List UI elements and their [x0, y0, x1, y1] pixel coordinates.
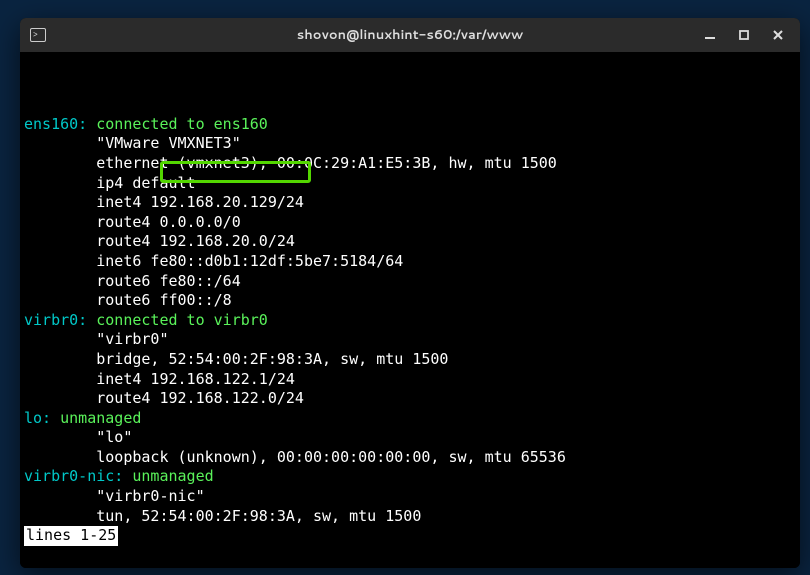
- terminal-line: lo: unmanaged: [24, 409, 794, 429]
- titlebar[interactable]: shovon@linuxhint-s60:/var/www: [20, 18, 800, 52]
- terminal-line: inet4 192.168.20.129/24: [24, 193, 794, 213]
- terminal-line: inet6 fe80::d0b1:12df:5be7:5184/64: [24, 252, 794, 272]
- terminal-line: bridge, 52:54:00:2F:98:3A, sw, mtu 1500: [24, 350, 794, 370]
- close-button[interactable]: [770, 27, 786, 43]
- window-controls: [702, 27, 790, 43]
- terminal-line: route4 0.0.0.0/0: [24, 213, 794, 233]
- terminal-line: "lo": [24, 428, 794, 448]
- maximize-button[interactable]: [736, 27, 752, 43]
- terminal-icon: [30, 28, 46, 42]
- minimize-button[interactable]: [702, 27, 718, 43]
- terminal-line: ip4 default: [24, 174, 794, 194]
- pager-status: lines 1-25: [24, 526, 794, 546]
- terminal-line: ens160: connected to ens160: [24, 115, 794, 135]
- pointer-arrow: [60, 565, 800, 568]
- terminal-line: ethernet (vmxnet3), 00:0C:29:A1:E5:3B, h…: [24, 154, 794, 174]
- terminal-line: route4 192.168.20.0/24: [24, 232, 794, 252]
- terminal-window: shovon@linuxhint-s60:/var/www ens160: co…: [20, 18, 800, 568]
- terminal-line: loopback (unknown), 00:00:00:00:00:00, s…: [24, 448, 794, 468]
- terminal-line: "virbr0": [24, 330, 794, 350]
- terminal-line: virbr0-nic: unmanaged: [24, 467, 794, 487]
- terminal-line: route6 fe80::/64: [24, 272, 794, 292]
- terminal-line: route6 ff00::/8: [24, 291, 794, 311]
- terminal-line: virbr0: connected to virbr0: [24, 311, 794, 331]
- terminal-body[interactable]: ens160: connected to ens160 "VMware VMXN…: [20, 52, 800, 568]
- window-title: shovon@linuxhint-s60:/var/www: [297, 26, 523, 44]
- terminal-line: inet4 192.168.122.1/24: [24, 370, 794, 390]
- terminal-line: route4 192.168.122.0/24: [24, 389, 794, 409]
- titlebar-left: [30, 28, 46, 42]
- terminal-line: "VMware VMXNET3": [24, 134, 794, 154]
- terminal-line: "virbr0-nic": [24, 487, 794, 507]
- terminal-line: tun, 52:54:00:2F:98:3A, sw, mtu 1500: [24, 507, 794, 527]
